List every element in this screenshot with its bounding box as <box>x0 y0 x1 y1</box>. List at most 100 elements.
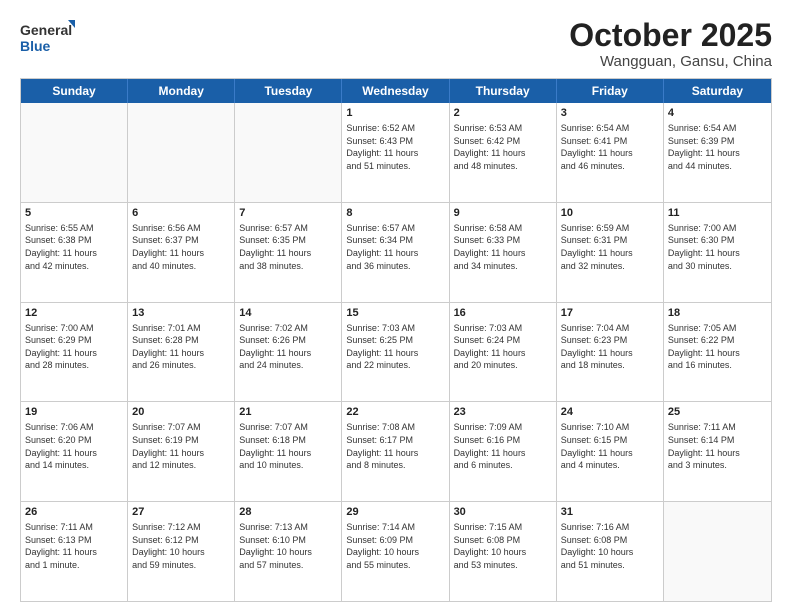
day-cell-28: 28Sunrise: 7:13 AM Sunset: 6:10 PM Dayli… <box>235 502 342 601</box>
day-cell-23: 23Sunrise: 7:09 AM Sunset: 6:16 PM Dayli… <box>450 402 557 501</box>
day-cell-19: 19Sunrise: 7:06 AM Sunset: 6:20 PM Dayli… <box>21 402 128 501</box>
header-day-thursday: Thursday <box>450 79 557 103</box>
logo-svg: General Blue <box>20 18 75 58</box>
location-subtitle: Wangguan, Gansu, China <box>569 53 772 70</box>
logo: General Blue <box>20 18 75 58</box>
day-number: 20 <box>132 405 230 420</box>
day-cell-4: 4Sunrise: 6:54 AM Sunset: 6:39 PM Daylig… <box>664 103 771 202</box>
day-info: Sunrise: 7:08 AM Sunset: 6:17 PM Dayligh… <box>346 421 444 471</box>
day-number: 24 <box>561 405 659 420</box>
day-cell-26: 26Sunrise: 7:11 AM Sunset: 6:13 PM Dayli… <box>21 502 128 601</box>
day-cell-5: 5Sunrise: 6:55 AM Sunset: 6:38 PM Daylig… <box>21 203 128 302</box>
day-cell-7: 7Sunrise: 6:57 AM Sunset: 6:35 PM Daylig… <box>235 203 342 302</box>
day-info: Sunrise: 6:58 AM Sunset: 6:33 PM Dayligh… <box>454 222 552 272</box>
day-cell-11: 11Sunrise: 7:00 AM Sunset: 6:30 PM Dayli… <box>664 203 771 302</box>
day-number: 5 <box>25 206 123 221</box>
day-number: 19 <box>25 405 123 420</box>
day-info: Sunrise: 7:07 AM Sunset: 6:19 PM Dayligh… <box>132 421 230 471</box>
day-info: Sunrise: 7:00 AM Sunset: 6:29 PM Dayligh… <box>25 322 123 372</box>
day-number: 8 <box>346 206 444 221</box>
empty-cell <box>235 103 342 202</box>
day-cell-24: 24Sunrise: 7:10 AM Sunset: 6:15 PM Dayli… <box>557 402 664 501</box>
day-number: 29 <box>346 505 444 520</box>
header-day-tuesday: Tuesday <box>235 79 342 103</box>
day-number: 10 <box>561 206 659 221</box>
day-cell-29: 29Sunrise: 7:14 AM Sunset: 6:09 PM Dayli… <box>342 502 449 601</box>
day-number: 15 <box>346 306 444 321</box>
day-cell-22: 22Sunrise: 7:08 AM Sunset: 6:17 PM Dayli… <box>342 402 449 501</box>
day-cell-14: 14Sunrise: 7:02 AM Sunset: 6:26 PM Dayli… <box>235 303 342 402</box>
day-number: 6 <box>132 206 230 221</box>
week-row-3: 12Sunrise: 7:00 AM Sunset: 6:29 PM Dayli… <box>21 303 771 403</box>
day-info: Sunrise: 7:14 AM Sunset: 6:09 PM Dayligh… <box>346 521 444 571</box>
day-number: 27 <box>132 505 230 520</box>
day-info: Sunrise: 7:07 AM Sunset: 6:18 PM Dayligh… <box>239 421 337 471</box>
header-day-wednesday: Wednesday <box>342 79 449 103</box>
day-info: Sunrise: 6:57 AM Sunset: 6:34 PM Dayligh… <box>346 222 444 272</box>
week-row-1: 1Sunrise: 6:52 AM Sunset: 6:43 PM Daylig… <box>21 103 771 203</box>
day-info: Sunrise: 7:10 AM Sunset: 6:15 PM Dayligh… <box>561 421 659 471</box>
day-info: Sunrise: 6:52 AM Sunset: 6:43 PM Dayligh… <box>346 122 444 172</box>
day-number: 4 <box>668 106 767 121</box>
day-number: 2 <box>454 106 552 121</box>
day-number: 26 <box>25 505 123 520</box>
day-cell-3: 3Sunrise: 6:54 AM Sunset: 6:41 PM Daylig… <box>557 103 664 202</box>
day-info: Sunrise: 7:11 AM Sunset: 6:14 PM Dayligh… <box>668 421 767 471</box>
day-info: Sunrise: 7:02 AM Sunset: 6:26 PM Dayligh… <box>239 322 337 372</box>
day-number: 11 <box>668 206 767 221</box>
day-cell-12: 12Sunrise: 7:00 AM Sunset: 6:29 PM Dayli… <box>21 303 128 402</box>
day-number: 13 <box>132 306 230 321</box>
day-info: Sunrise: 7:13 AM Sunset: 6:10 PM Dayligh… <box>239 521 337 571</box>
day-info: Sunrise: 7:11 AM Sunset: 6:13 PM Dayligh… <box>25 521 123 571</box>
calendar-header: SundayMondayTuesdayWednesdayThursdayFrid… <box>21 79 771 103</box>
day-cell-17: 17Sunrise: 7:04 AM Sunset: 6:23 PM Dayli… <box>557 303 664 402</box>
day-number: 23 <box>454 405 552 420</box>
day-info: Sunrise: 7:03 AM Sunset: 6:24 PM Dayligh… <box>454 322 552 372</box>
day-number: 21 <box>239 405 337 420</box>
day-number: 16 <box>454 306 552 321</box>
calendar: SundayMondayTuesdayWednesdayThursdayFrid… <box>20 78 772 602</box>
week-row-5: 26Sunrise: 7:11 AM Sunset: 6:13 PM Dayli… <box>21 502 771 601</box>
empty-cell <box>664 502 771 601</box>
day-number: 22 <box>346 405 444 420</box>
day-info: Sunrise: 6:53 AM Sunset: 6:42 PM Dayligh… <box>454 122 552 172</box>
day-info: Sunrise: 7:12 AM Sunset: 6:12 PM Dayligh… <box>132 521 230 571</box>
header-day-sunday: Sunday <box>21 79 128 103</box>
calendar-body: 1Sunrise: 6:52 AM Sunset: 6:43 PM Daylig… <box>21 103 771 601</box>
day-number: 17 <box>561 306 659 321</box>
day-info: Sunrise: 6:57 AM Sunset: 6:35 PM Dayligh… <box>239 222 337 272</box>
empty-cell <box>21 103 128 202</box>
title-block: October 2025 Wangguan, Gansu, China <box>569 18 772 70</box>
empty-cell <box>128 103 235 202</box>
day-number: 9 <box>454 206 552 221</box>
day-cell-2: 2Sunrise: 6:53 AM Sunset: 6:42 PM Daylig… <box>450 103 557 202</box>
day-info: Sunrise: 6:54 AM Sunset: 6:39 PM Dayligh… <box>668 122 767 172</box>
day-info: Sunrise: 7:15 AM Sunset: 6:08 PM Dayligh… <box>454 521 552 571</box>
day-number: 30 <box>454 505 552 520</box>
day-info: Sunrise: 7:01 AM Sunset: 6:28 PM Dayligh… <box>132 322 230 372</box>
day-cell-15: 15Sunrise: 7:03 AM Sunset: 6:25 PM Dayli… <box>342 303 449 402</box>
day-info: Sunrise: 7:05 AM Sunset: 6:22 PM Dayligh… <box>668 322 767 372</box>
day-number: 7 <box>239 206 337 221</box>
day-info: Sunrise: 7:03 AM Sunset: 6:25 PM Dayligh… <box>346 322 444 372</box>
day-cell-18: 18Sunrise: 7:05 AM Sunset: 6:22 PM Dayli… <box>664 303 771 402</box>
day-number: 1 <box>346 106 444 121</box>
day-info: Sunrise: 7:09 AM Sunset: 6:16 PM Dayligh… <box>454 421 552 471</box>
day-cell-20: 20Sunrise: 7:07 AM Sunset: 6:19 PM Dayli… <box>128 402 235 501</box>
day-cell-10: 10Sunrise: 6:59 AM Sunset: 6:31 PM Dayli… <box>557 203 664 302</box>
day-cell-6: 6Sunrise: 6:56 AM Sunset: 6:37 PM Daylig… <box>128 203 235 302</box>
day-cell-21: 21Sunrise: 7:07 AM Sunset: 6:18 PM Dayli… <box>235 402 342 501</box>
day-number: 14 <box>239 306 337 321</box>
day-cell-27: 27Sunrise: 7:12 AM Sunset: 6:12 PM Dayli… <box>128 502 235 601</box>
day-number: 31 <box>561 505 659 520</box>
header-day-monday: Monday <box>128 79 235 103</box>
svg-text:General: General <box>20 22 72 38</box>
header: General Blue October 2025 Wangguan, Gans… <box>20 18 772 70</box>
day-info: Sunrise: 6:55 AM Sunset: 6:38 PM Dayligh… <box>25 222 123 272</box>
day-info: Sunrise: 7:04 AM Sunset: 6:23 PM Dayligh… <box>561 322 659 372</box>
week-row-4: 19Sunrise: 7:06 AM Sunset: 6:20 PM Dayli… <box>21 402 771 502</box>
day-number: 25 <box>668 405 767 420</box>
day-cell-25: 25Sunrise: 7:11 AM Sunset: 6:14 PM Dayli… <box>664 402 771 501</box>
day-cell-9: 9Sunrise: 6:58 AM Sunset: 6:33 PM Daylig… <box>450 203 557 302</box>
week-row-2: 5Sunrise: 6:55 AM Sunset: 6:38 PM Daylig… <box>21 203 771 303</box>
